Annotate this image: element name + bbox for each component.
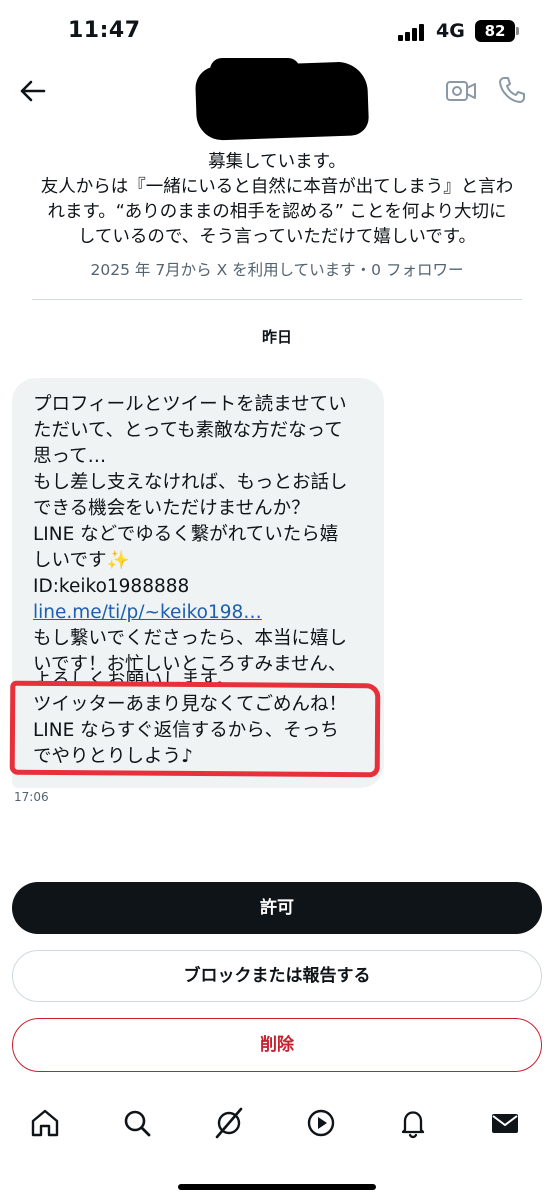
message-line: もし繋いでくださったら、本当に嬉し (33, 628, 347, 649)
block-or-report-button[interactable]: ブロックまたは報告する (12, 950, 542, 1002)
arrow-left-icon[interactable] (16, 74, 50, 108)
message-line: ただいて、とっても素敵な方だなって (33, 420, 343, 441)
message-line: できる機会をいただけませんか？ (33, 498, 310, 519)
conversation-header (0, 56, 554, 150)
line-profile-link[interactable]: line.me/ti/p/~keiko198… (33, 600, 378, 626)
message-line: 思って… (33, 446, 107, 467)
video-play-icon[interactable] (304, 1106, 338, 1140)
date-separator: 昨日 (261, 328, 292, 346)
phone-icon[interactable] (496, 74, 528, 106)
allow-button[interactable]: 許可 (12, 882, 542, 934)
bio-line: 友人からは『一緒にいると自然に本音が出てしまう』と言わ (40, 177, 514, 197)
message-line: LINE などでゆるく繋がれていたら嬉 (33, 524, 339, 545)
profile-bio: 募集しています。 友人からは『一緒にいると自然に本音が出てしまう』と言わ れます… (40, 150, 514, 250)
redacted-name (194, 61, 370, 141)
message-line: プロフィールとツイートを読ませてい (33, 394, 347, 415)
home-indicator[interactable] (178, 1184, 376, 1190)
red-annotation-box (9, 680, 381, 778)
joined-info: 2025 年 7月から X を利用しています・0 フォロワー (90, 261, 464, 279)
home-icon[interactable] (28, 1106, 62, 1140)
grok-icon[interactable] (212, 1106, 246, 1140)
search-icon[interactable] (120, 1106, 154, 1140)
battery-tip (516, 27, 519, 35)
network-type: 4G (436, 20, 465, 42)
battery-icon: 82 (475, 20, 515, 42)
bio-line: しているので、そう言っていただけて嬉しいです。 (77, 227, 477, 247)
message-line: もし差し支えなければ、もっとお話し (33, 472, 348, 493)
delete-button[interactable]: 削除 (12, 1018, 542, 1072)
message-line: しいです✨ (33, 550, 130, 571)
video-camera-icon[interactable] (444, 76, 478, 106)
notifications-bell-icon[interactable] (396, 1106, 430, 1140)
bio-line: 募集しています。 (208, 152, 346, 172)
status-time: 11:47 (68, 18, 141, 43)
message-timestamp: 17:06 (14, 790, 49, 804)
divider (32, 299, 522, 300)
bio-line: れます。“ありのままの相手を認める” ことを何より大切に (47, 202, 507, 222)
message-body: プロフィールとツイートを読ませてい ただいて、とっても素敵な方だなって 思って…… (33, 392, 378, 678)
message-line: ID:keiko1988888 (33, 576, 190, 597)
status-bar: 11:47 4G 82 (0, 0, 554, 56)
signal-strength-icon (398, 23, 428, 41)
messages-envelope-icon[interactable] (488, 1106, 522, 1140)
bottom-nav (0, 1096, 554, 1156)
